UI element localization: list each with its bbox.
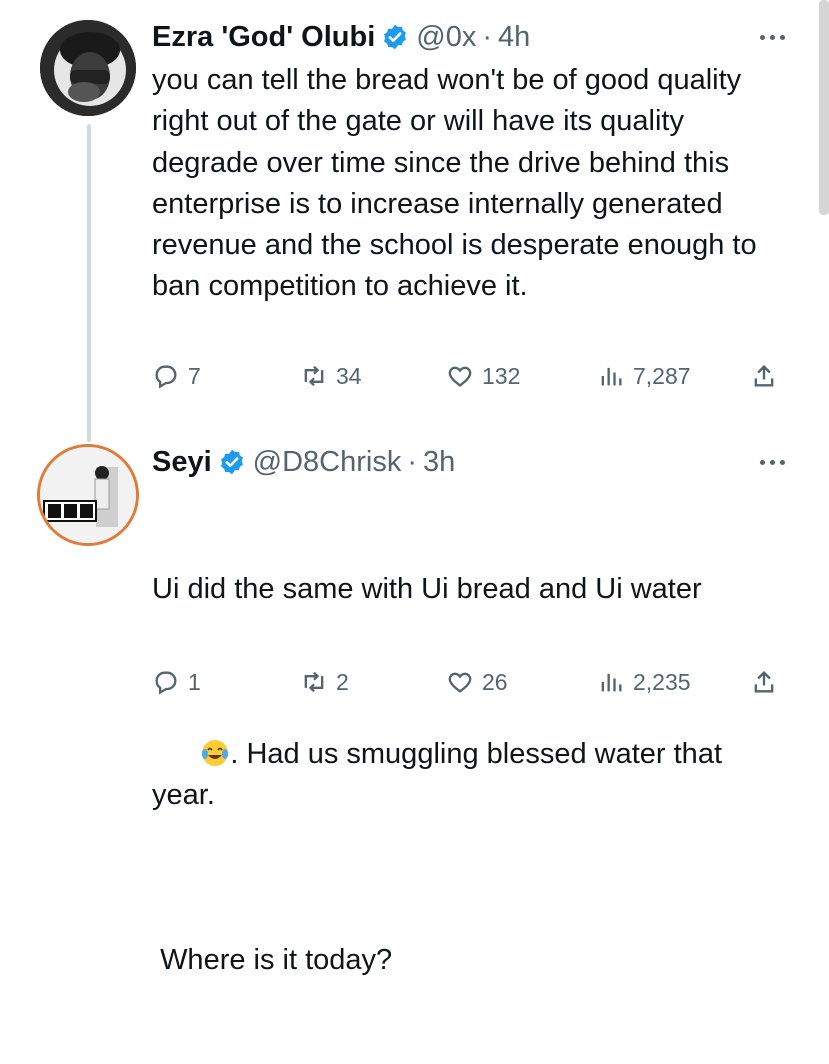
- heart-icon: [448, 672, 472, 693]
- share-button[interactable]: [750, 668, 778, 696]
- repost-count: 2: [336, 668, 349, 695]
- like-button[interactable]: 132: [446, 362, 520, 390]
- tweet-text-line: . Had us smuggling blessed water that ye…: [152, 692, 792, 857]
- tweet-text: Ui did the same with Ui bread and Ui wat…: [152, 486, 792, 1064]
- share-icon: [754, 365, 774, 387]
- handle[interactable]: @D8Chrisk: [253, 446, 402, 479]
- reply-button[interactable]: 7: [152, 362, 201, 390]
- laughing-emoji-icon: [202, 739, 229, 766]
- more-dot-icon: [780, 35, 785, 40]
- display-name[interactable]: Ezra 'God' Olubi: [152, 21, 375, 54]
- like-count: 132: [482, 362, 521, 389]
- tweet-text-line: Ui did the same with Ui bread and Ui wat…: [152, 572, 702, 605]
- more-dot-icon: [760, 460, 765, 465]
- repost-icon: [304, 671, 324, 693]
- tweet-text: you can tell the bread won't be of good …: [152, 64, 765, 303]
- verified-badge-icon: [384, 24, 407, 50]
- views-icon: [601, 673, 622, 692]
- more-options-button[interactable]: [760, 460, 785, 465]
- reply-icon: [155, 365, 177, 389]
- tweet-text-line: Where is it today?: [152, 944, 393, 977]
- reply-button[interactable]: 1: [152, 668, 201, 696]
- verified-badge-icon: [220, 449, 243, 475]
- reply-count: 7: [188, 362, 201, 389]
- avatar-photo-icon: [40, 20, 136, 116]
- action-bar: 1 2 26 2,235: [152, 668, 792, 704]
- views-button[interactable]: 7,287: [597, 362, 691, 390]
- view-count: 2,235: [633, 668, 691, 695]
- thread-line: [87, 124, 91, 442]
- heart-icon: [448, 366, 472, 387]
- separator-dot: ·: [482, 20, 492, 53]
- separator-dot: ·: [407, 445, 418, 478]
- more-dot-icon: [770, 35, 775, 40]
- share-icon: [754, 671, 774, 693]
- share-button[interactable]: [750, 362, 778, 390]
- like-count: 26: [482, 668, 508, 695]
- repost-button[interactable]: 34: [300, 362, 362, 390]
- view-count: 7,287: [633, 362, 691, 389]
- more-dot-icon: [770, 460, 775, 465]
- avatar-seyi[interactable]: [40, 447, 136, 543]
- views-button[interactable]: 2,235: [597, 668, 691, 696]
- action-bar: 7 34 132 7,287: [152, 362, 792, 398]
- like-button[interactable]: 26: [446, 668, 508, 696]
- reply-icon: [155, 671, 177, 695]
- more-options-button[interactable]: [760, 35, 785, 40]
- more-dot-icon: [780, 460, 785, 465]
- repost-button[interactable]: 2: [300, 668, 349, 696]
- handle[interactable]: @0x: [416, 21, 476, 54]
- scrollbar[interactable]: [819, 0, 829, 215]
- timestamp[interactable]: 4h: [498, 21, 530, 54]
- tweet-text-segment: . Had us smuggling blessed water that ye…: [152, 737, 731, 812]
- views-icon: [601, 367, 622, 386]
- tweet-header: Seyi @D8Chrisk · 3h: [152, 442, 455, 482]
- timestamp[interactable]: 3h: [423, 446, 455, 479]
- tweet-header: Ezra 'God' Olubi @0x · 4h: [152, 17, 530, 57]
- more-dot-icon: [760, 35, 765, 40]
- reply-count: 1: [188, 668, 201, 695]
- repost-icon: [304, 365, 324, 387]
- avatar-photo-icon: [40, 447, 136, 543]
- avatar-ezra[interactable]: [40, 20, 136, 116]
- display-name[interactable]: Seyi: [152, 446, 212, 479]
- repost-count: 34: [336, 362, 362, 389]
